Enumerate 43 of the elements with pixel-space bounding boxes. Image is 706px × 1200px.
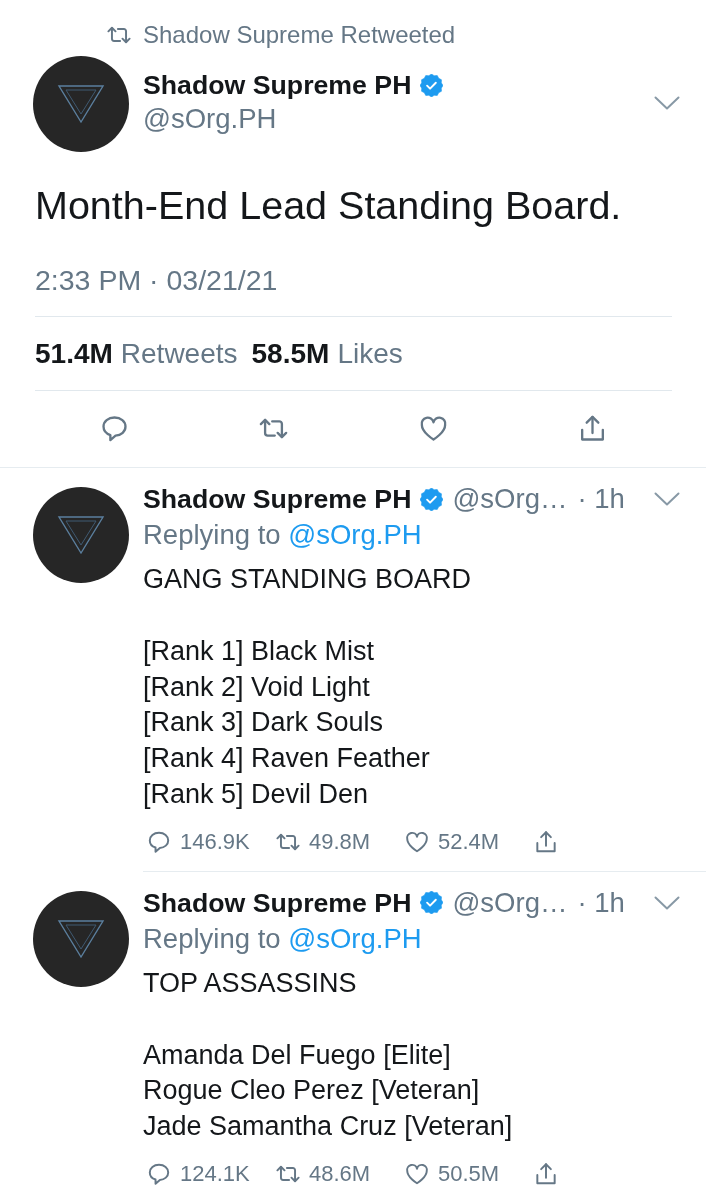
replying-to-text: Replying to @sOrg.PH [143,518,423,552]
replying-to-text: Replying to @sOrg.PH [143,921,423,956]
profile-avatar[interactable] [33,56,129,152]
tweet-text-line: Jade Samantha Cruz [Veteran] [143,1109,514,1143]
author-handle: @sOrg… [452,482,568,516]
author-name[interactable]: Shadow Supreme PH [143,68,412,102]
tweet-text-line: Rogue Cleo Perez [Veteran] [143,1074,481,1108]
engagement-stat[interactable]: 58.5M Likes [251,339,403,369]
share-button[interactable] [533,1160,559,1187]
tweet-text: TOP ASSASSINS [143,966,358,1000]
tweet-timestamp: 2:33 PM · 03/21/21 [35,265,279,295]
mention-link[interactable]: @sOrg.PH [288,519,422,550]
tweet-text-line: [Rank 1] Black Mist [143,635,376,668]
chevron-down-icon[interactable] [654,895,680,910]
tweet-time: · 1h [577,482,625,516]
author-handle: @sOrg… [452,885,568,920]
tweet-text-line: [Rank 4] Raven Feather [143,742,431,776]
author-name[interactable]: Shadow Supreme PH [143,482,412,516]
chevron-down-icon[interactable] [654,96,680,110]
share-icon [533,828,559,855]
author-handle: @sOrg.PH [143,102,277,136]
tweet-text: Month-End Lead Standing Board. [35,183,623,227]
profile-avatar[interactable] [33,487,129,583]
tweet-time: · 1h [577,885,625,920]
tweet-text-line: [Rank 3] Dark Souls [143,706,385,740]
like-button[interactable]: 52.4M [404,828,500,855]
tweet-text-line: Amanda Del Fuego [Elite] [143,1038,452,1072]
profile-avatar[interactable] [33,890,129,987]
author-name[interactable]: Shadow Supreme PH [143,885,412,920]
retweet-button[interactable]: 48.6M [275,1160,371,1187]
share-icon [533,1160,559,1187]
mention-link[interactable]: @sOrg.PH [288,922,422,954]
reply-button[interactable]: 124.1K [146,1160,250,1187]
like-button[interactable]: 50.5M [404,1160,500,1187]
retweeted-by-text: Shadow Supreme Retweeted [143,20,456,50]
tweet-text-line: [Rank 2] Void Light [143,670,371,704]
reply-button[interactable]: 146.9K [146,828,250,855]
share-button[interactable] [533,828,559,855]
engagement-stat[interactable]: 51.4M Retweets [35,339,238,369]
tweet-text-line: [Rank 5] Devil Den [143,777,370,811]
chevron-down-icon[interactable] [654,492,680,506]
retweet-button[interactable]: 49.8M [275,828,371,855]
tweet-text: GANG STANDING BOARD [143,563,473,596]
